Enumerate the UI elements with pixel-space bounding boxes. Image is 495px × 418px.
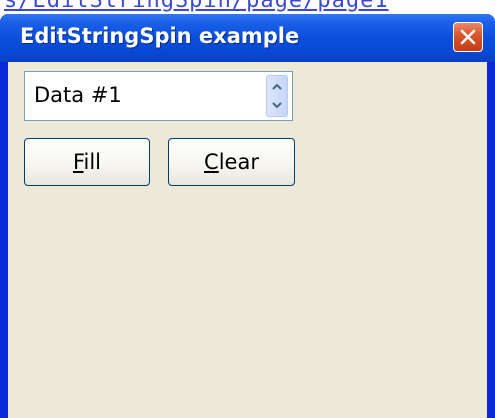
close-icon	[460, 29, 476, 45]
background-page: s/EditStringSpin/page/page1	[0, 0, 495, 14]
clear-button-accelerator: C	[204, 150, 219, 174]
window-title: EditStringSpin example	[20, 24, 300, 48]
clear-button-label: lear	[218, 150, 259, 174]
title-bar[interactable]: EditStringSpin example	[0, 14, 495, 62]
chevron-down-icon	[272, 102, 282, 109]
fill-button[interactable]: Fill	[24, 138, 150, 186]
chevron-up-icon	[272, 83, 282, 90]
clear-button[interactable]: Clear	[168, 138, 295, 186]
string-spin-edit[interactable]: Data #1	[24, 71, 293, 121]
app-window: EditStringSpin example Data #1 Fill Clea…	[0, 14, 495, 418]
spin-down-button[interactable]	[267, 96, 287, 116]
spin-up-button[interactable]	[267, 76, 287, 96]
client-area: Data #1 Fill Clear	[8, 62, 487, 418]
fill-button-accelerator: F	[72, 150, 84, 174]
fill-button-label: ill	[83, 150, 102, 174]
background-link[interactable]: s/EditStringSpin/page/page1	[4, 0, 389, 13]
spin-edit-value[interactable]: Data #1	[34, 83, 122, 107]
spin-buttons[interactable]	[266, 75, 288, 117]
close-button[interactable]	[453, 22, 483, 52]
